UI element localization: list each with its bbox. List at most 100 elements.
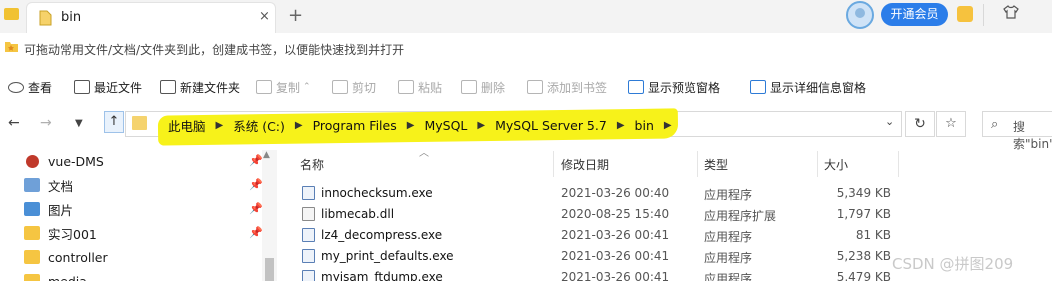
- paste-button[interactable]: 粘贴: [398, 78, 442, 96]
- preview-pane-button[interactable]: 显示预览窗格: [628, 78, 720, 96]
- pin-icon[interactable]: 📌: [249, 154, 263, 167]
- bookmark-bar: 可拖动常用文件/文档/文件夹到此，创建成书签，以便能快速找到并打开: [0, 33, 1052, 63]
- file-date: 2021-03-26 00:40: [561, 186, 670, 200]
- folder-icon: [24, 250, 40, 264]
- column-header-type[interactable]: 类型: [704, 156, 728, 182]
- chevron-right-icon[interactable]: ▶: [617, 120, 625, 131]
- column-header-date[interactable]: 修改日期: [561, 156, 609, 182]
- file-type: 应用程序: [704, 188, 753, 202]
- preview-pane-icon: [628, 80, 644, 94]
- table-row[interactable]: myisam_ftdump.exe 2021-03-26 00:41 应用程序 …: [290, 267, 910, 281]
- app-folder-icon[interactable]: [4, 8, 19, 20]
- close-icon[interactable]: ×: [259, 9, 270, 24]
- pin-icon[interactable]: 📌: [249, 202, 263, 215]
- document-icon: [24, 178, 40, 192]
- scroll-up-icon[interactable]: ▲: [263, 150, 270, 160]
- chevron-right-icon[interactable]: ▶: [407, 120, 415, 131]
- file-date: 2021-03-26 00:41: [561, 228, 670, 242]
- chevron-right-icon[interactable]: ▶: [295, 120, 303, 131]
- folder-icon: [132, 116, 147, 130]
- pin-icon[interactable]: 📌: [249, 226, 263, 239]
- address-dropdown-icon[interactable]: ⌄: [885, 115, 894, 128]
- sort-ascending-icon: ︿: [419, 148, 429, 159]
- chevron-right-icon[interactable]: ▶: [216, 120, 224, 131]
- up-button[interactable]: ↑: [104, 111, 124, 133]
- picture-icon: [24, 202, 40, 216]
- table-row[interactable]: libmecab.dll 2020-08-25 15:40 应用程序扩展 1,7…: [290, 204, 910, 225]
- dll-file-icon: [302, 207, 315, 221]
- column-header-size[interactable]: 大小: [824, 156, 848, 182]
- skin-icon[interactable]: [1003, 4, 1019, 20]
- recent-icon: [74, 80, 90, 94]
- cut-icon: [332, 80, 348, 94]
- file-date: 2020-08-25 15:40: [561, 207, 670, 221]
- file-date: 2021-03-26 00:41: [561, 249, 670, 263]
- divider[interactable]: [697, 151, 698, 177]
- exe-file-icon: [302, 249, 315, 263]
- back-arrow-icon[interactable]: ←: [8, 115, 20, 131]
- exe-file-icon: [302, 228, 315, 242]
- breadcrumb-item[interactable]: Program Files: [313, 118, 397, 133]
- file-name: libmecab.dll: [321, 207, 395, 221]
- navigation-pane: vue-DMS 📌 文档 📌 图片 📌 实习001 📌 controller m…: [0, 148, 280, 281]
- divider: [983, 4, 984, 26]
- search-placeholder: 搜索"bin": [1013, 120, 1052, 151]
- pin-icon[interactable]: 📌: [249, 178, 263, 191]
- search-icon: ⌕: [991, 117, 999, 132]
- breadcrumb-item[interactable]: MySQL Server 5.7: [495, 118, 607, 133]
- cut-button[interactable]: 剪切: [332, 78, 376, 96]
- table-row[interactable]: innochecksum.exe 2021-03-26 00:40 应用程序 5…: [290, 183, 910, 204]
- chevron-down-icon[interactable]: ▼: [75, 118, 83, 129]
- divider[interactable]: [817, 151, 818, 177]
- table-row[interactable]: lz4_decompress.exe 2021-03-26 00:41 应用程序…: [290, 225, 910, 246]
- address-row: ← → ▼ ↑ 此电脑 ▶ 系统 (C:) ▶ Program Files ▶ …: [0, 108, 1052, 151]
- add-bookmark-button[interactable]: 添加到书签: [527, 78, 607, 96]
- file-name: myisam_ftdump.exe: [321, 270, 443, 281]
- breadcrumb-item[interactable]: MySQL: [424, 118, 467, 133]
- refresh-icon[interactable]: ↻: [905, 111, 935, 137]
- star-icon[interactable]: ☆: [936, 111, 966, 137]
- details-pane-button[interactable]: 显示详细信息窗格: [750, 78, 866, 96]
- breadcrumb-item[interactable]: 此电脑: [168, 116, 206, 135]
- copy-icon: [256, 80, 272, 94]
- file-type: 应用程序扩展: [704, 209, 777, 223]
- chevron-right-icon[interactable]: ▶: [477, 120, 485, 131]
- details-pane-icon: [750, 80, 766, 94]
- breadcrumb-item[interactable]: 系统 (C:): [233, 116, 285, 135]
- chevron-right-icon[interactable]: ▶: [664, 120, 672, 131]
- file-size: 5,349 KB: [836, 186, 891, 200]
- new-folder-button[interactable]: 新建文件夹: [160, 78, 240, 96]
- search-input[interactable]: ⌕ 搜索"bin": [982, 111, 1052, 151]
- view-icon: [8, 81, 24, 93]
- crown-icon[interactable]: [957, 6, 973, 22]
- delete-icon: [461, 80, 477, 94]
- paste-icon: [398, 80, 414, 94]
- file-type: 应用程序: [704, 251, 753, 265]
- file-type: 应用程序: [704, 230, 753, 244]
- nav-item-controller[interactable]: controller: [24, 246, 108, 268]
- nav-item-vue-dms[interactable]: vue-DMS: [24, 150, 104, 172]
- avatar[interactable]: [846, 1, 874, 29]
- vip-button[interactable]: 开通会员: [881, 3, 948, 26]
- copy-button[interactable]: 复制 ⌃: [256, 78, 311, 96]
- divider[interactable]: [898, 151, 899, 177]
- recent-files-button[interactable]: 最近文件: [74, 78, 142, 96]
- view-button[interactable]: 查看: [8, 78, 52, 96]
- divider[interactable]: [553, 151, 554, 177]
- nav-item-pictures[interactable]: 图片: [24, 198, 73, 220]
- column-header-name[interactable]: 名称: [300, 156, 324, 182]
- breadcrumb-item[interactable]: bin: [635, 118, 654, 133]
- nav-item-media[interactable]: media: [24, 270, 87, 281]
- nav-item-documents[interactable]: 文档: [24, 174, 73, 196]
- tab-bin[interactable]: bin ×: [26, 2, 276, 33]
- delete-button[interactable]: 删除: [461, 78, 505, 96]
- table-row[interactable]: my_print_defaults.exe 2021-03-26 00:41 应…: [290, 246, 910, 267]
- red-badge-icon: [26, 154, 39, 168]
- file-size: 5,479 KB: [836, 270, 891, 281]
- nav-item-internship[interactable]: 实习001: [24, 222, 97, 244]
- scrollbar-thumb[interactable]: [265, 258, 274, 281]
- forward-arrow-icon[interactable]: →: [40, 115, 52, 131]
- new-tab-button[interactable]: +: [288, 5, 303, 26]
- watermark: CSDN @拼图209: [892, 255, 1014, 273]
- toolbar: 查看 最近文件 新建文件夹 复制 ⌃ 剪切 粘贴 删除 添加到书签 显示预览窗格…: [0, 72, 1052, 102]
